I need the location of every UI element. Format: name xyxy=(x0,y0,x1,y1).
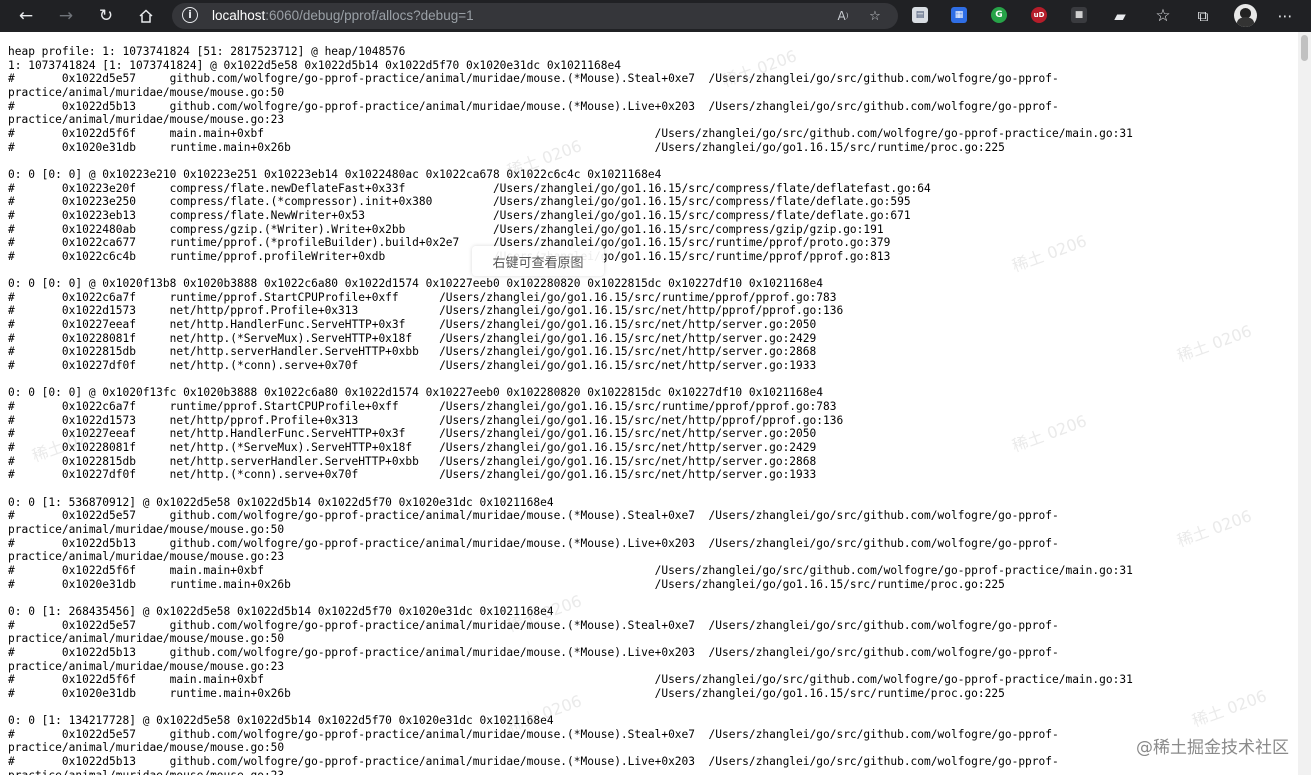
more-menu-icon[interactable]: ⋯ xyxy=(1272,3,1298,29)
browser-toolbar: ← → ↻ i localhost:6060/debug/pprof/alloc… xyxy=(0,0,1311,32)
scrollbar-thumb[interactable] xyxy=(1301,35,1308,61)
home-icon[interactable] xyxy=(133,3,159,29)
back-arrow-icon[interactable]: ← xyxy=(13,3,39,29)
reader-extension-icon[interactable]: ▤ xyxy=(912,7,928,23)
green-extension-icon[interactable]: G xyxy=(991,7,1007,23)
vertical-scrollbar[interactable] xyxy=(1298,32,1311,775)
context-tooltip: 右键可查看原图 xyxy=(472,246,604,276)
info-icon[interactable]: i xyxy=(182,7,198,23)
collections-icon[interactable]: ⧉ xyxy=(1190,3,1216,29)
page-content: heap profile: 1: 1073741824 [51: 2817523… xyxy=(0,32,1298,775)
cube-extension-icon[interactable]: ■ xyxy=(1071,7,1087,23)
url-host: localhost xyxy=(212,8,266,23)
url-path: :6060/debug/pprof/allocs?debug=1 xyxy=(265,8,474,23)
add-favorite-icon[interactable]: ☆ xyxy=(866,7,884,25)
reload-icon[interactable]: ↻ xyxy=(93,3,119,29)
ublock-extension-icon[interactable]: uD xyxy=(1031,7,1047,23)
profile-avatar[interactable] xyxy=(1234,4,1257,27)
site-watermark-text: @稀土掘金技术社区 xyxy=(1136,733,1289,758)
extensions-puzzle-icon[interactable]: ▰ xyxy=(1107,3,1133,29)
favorites-star-icon[interactable]: ☆ xyxy=(1150,3,1176,29)
forward-arrow-icon[interactable]: → xyxy=(53,3,79,29)
read-aloud-icon[interactable]: A) xyxy=(834,7,852,25)
heap-profile-text: heap profile: 1: 1073741824 [51: 2817523… xyxy=(8,45,1133,775)
shield-extension-icon[interactable]: ▦ xyxy=(951,7,967,23)
address-bar[interactable]: i localhost:6060/debug/pprof/allocs?debu… xyxy=(172,3,898,29)
url-text[interactable]: localhost:6060/debug/pprof/allocs?debug=… xyxy=(212,8,474,23)
